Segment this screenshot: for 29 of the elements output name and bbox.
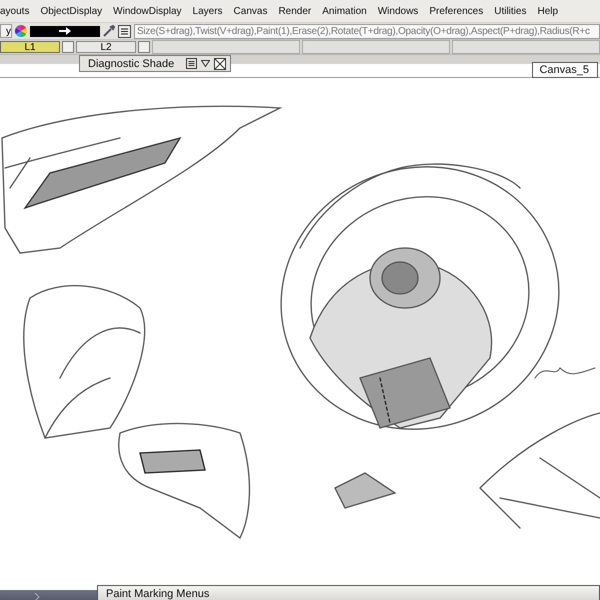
menu-icon[interactable] [118, 24, 131, 38]
menu-item[interactable]: Animation [316, 6, 372, 16]
layer-tab[interactable]: L2 [76, 41, 136, 53]
toolbar-button[interactable]: y [0, 24, 12, 38]
arrow-right-icon [59, 27, 71, 35]
menu-item[interactable]: Canvas [228, 6, 272, 16]
layer-tab[interactable]: L1 [0, 41, 60, 53]
canvas-name-label: Canvas_5 [532, 62, 598, 78]
color-wheel-icon[interactable] [15, 25, 27, 37]
brush-hint-field[interactable]: Size(S+drag),Twist(V+drag),Paint(1),Erase(2),Rotate(T+drag),Opacity(O+drag),Aspect(P+drag),Radius(R+c [134, 24, 600, 38]
menu-item[interactable]: Preferences [423, 6, 488, 16]
menu-item[interactable]: Utilities [488, 6, 532, 16]
layer-checkbox[interactable] [138, 41, 150, 53]
menu-item[interactable]: ObjectDisplay [34, 6, 108, 16]
panel-title: Diagnostic Shade [88, 58, 174, 70]
menu-item[interactable]: Layers [186, 6, 228, 16]
color-swatch[interactable] [30, 26, 100, 36]
dropdown-icon[interactable] [201, 60, 210, 67]
menu-icon[interactable] [186, 58, 198, 69]
menu-item[interactable]: Help [531, 6, 564, 16]
menu-item[interactable]: Render [272, 6, 316, 16]
marking-menus-panel: Paint Marking Menus [97, 585, 600, 600]
close-icon[interactable] [214, 58, 226, 70]
menu-item[interactable]: WindowDisplay [107, 6, 187, 16]
eyedropper-icon[interactable] [103, 25, 115, 37]
menu-item[interactable]: ayouts [0, 6, 34, 16]
chevron-right-icon[interactable] [34, 592, 40, 600]
menu-item[interactable]: Windows [372, 6, 424, 16]
layer-checkbox[interactable] [62, 41, 74, 53]
